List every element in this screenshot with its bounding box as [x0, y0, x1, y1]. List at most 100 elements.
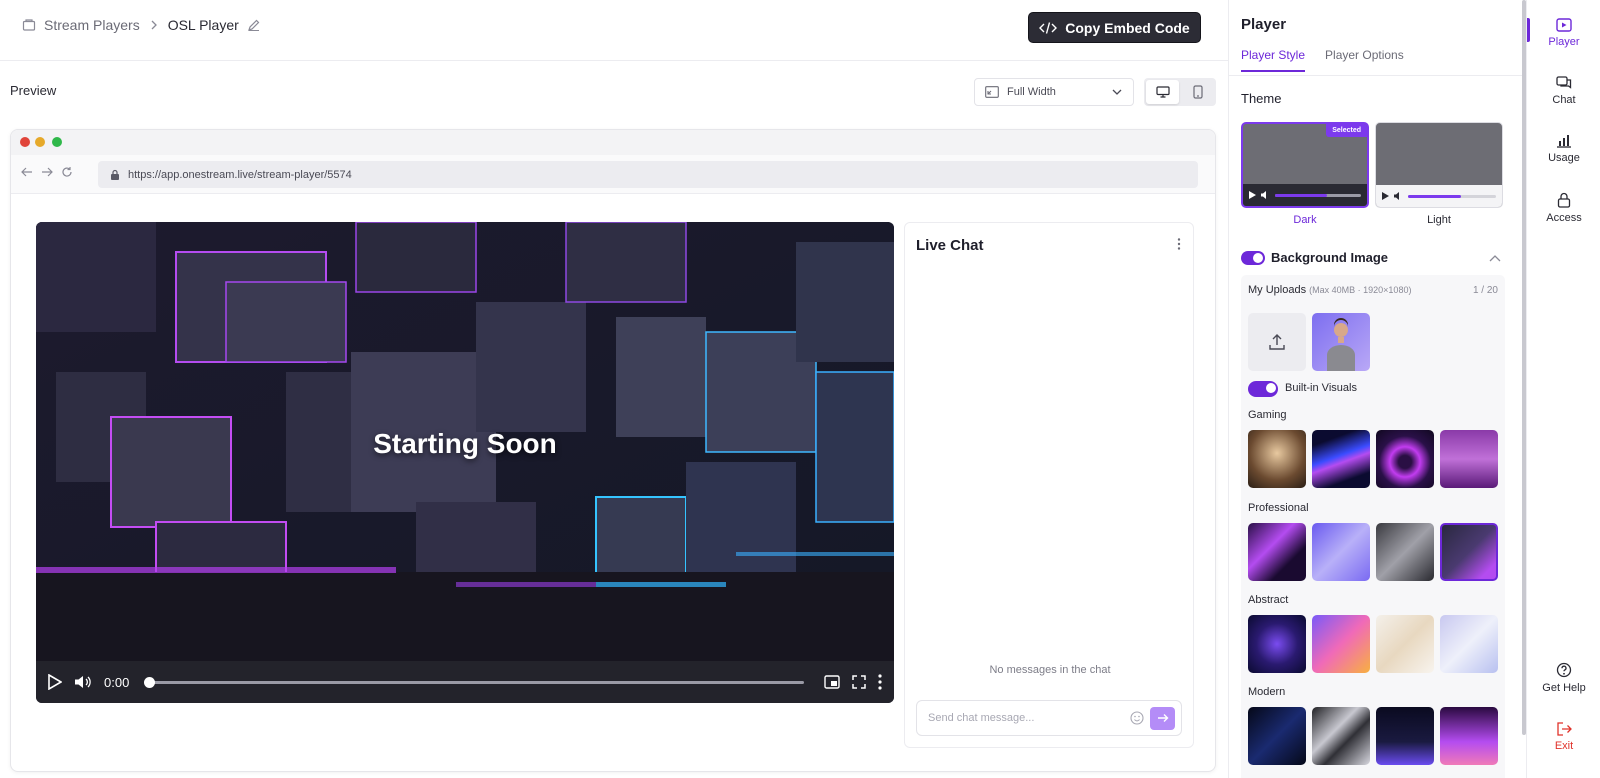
code-icon [1039, 21, 1058, 34]
rail-item-access-label: Access [1546, 212, 1582, 224]
seek-knob[interactable] [144, 676, 156, 688]
uploads-hint: (Max 40MB · 1920×1080) [1309, 285, 1412, 295]
rail-item-chat[interactable]: Chat [1527, 76, 1600, 106]
theme-light-progress-fill [1408, 194, 1461, 198]
back-icon[interactable] [21, 166, 33, 178]
visual-professional-2[interactable] [1312, 523, 1370, 581]
live-chat-panel: Live Chat No messages in the chat Send c… [904, 222, 1194, 748]
rail-item-player[interactable]: Player [1527, 18, 1600, 48]
rail-get-help[interactable]: Get Help [1527, 662, 1600, 694]
visual-professional-3[interactable] [1376, 523, 1434, 581]
reload-icon[interactable] [61, 166, 73, 178]
video-player[interactable]: Starting Soon 0:00 [36, 222, 894, 703]
visual-modern-2[interactable] [1312, 707, 1370, 765]
emoji-icon[interactable] [1130, 711, 1144, 725]
mobile-view-button[interactable] [1181, 80, 1214, 104]
visual-gaming-4[interactable] [1440, 430, 1498, 488]
background-image-label: Background Image [1271, 250, 1389, 265]
browser-navbar: https://app.onestream.live/stream-player… [11, 155, 1215, 194]
browser-titlebar [11, 130, 1215, 155]
rail-exit[interactable]: Exit [1527, 722, 1600, 752]
video-time: 0:00 [104, 674, 130, 690]
theme-dark-progress-fill [1275, 193, 1327, 197]
visual-abstract-4[interactable] [1440, 615, 1498, 673]
visual-modern-4[interactable] [1440, 707, 1498, 765]
minimize-dot [35, 137, 45, 147]
visual-modern-1[interactable] [1248, 707, 1306, 765]
app-root: Stream Players OSL Player Copy Embed Cod… [0, 0, 1600, 778]
visual-gaming-2[interactable] [1312, 430, 1370, 488]
theme-label: Theme [1241, 91, 1282, 106]
category-gaming-label: Gaming [1248, 409, 1287, 421]
play-icon [1249, 191, 1256, 199]
rail-item-usage[interactable]: Usage [1527, 134, 1600, 164]
preview-label: Preview [10, 83, 57, 98]
settings-panel: Player Player Style Player Options Theme… [1228, 0, 1526, 778]
person-image [1327, 318, 1355, 371]
theme-dark-card[interactable]: Selected [1241, 122, 1369, 208]
url-bar[interactable]: https://app.onestream.live/stream-player… [98, 161, 1198, 188]
mobile-icon [1192, 85, 1203, 99]
lock-icon [1557, 192, 1571, 208]
chevron-up-icon[interactable] [1489, 254, 1501, 262]
builtin-visuals-toggle[interactable] [1248, 381, 1278, 397]
rail-item-access[interactable]: Access [1527, 192, 1600, 224]
theme-dark-progress [1275, 193, 1361, 197]
category-modern-label: Modern [1248, 686, 1286, 698]
browser-mockup: https://app.onestream.live/stream-player… [10, 129, 1216, 772]
selected-badge: Selected [1326, 124, 1367, 137]
video-controls: 0:00 [36, 661, 894, 703]
visual-abstract-3[interactable] [1376, 615, 1434, 673]
visual-professional-4-selected[interactable] [1440, 523, 1498, 581]
seek-bar[interactable] [144, 676, 804, 688]
player-icon [1556, 18, 1572, 32]
theme-dark-controls [1243, 184, 1367, 206]
copy-embed-code-button[interactable]: Copy Embed Code [1028, 12, 1201, 43]
send-arrow-icon [1157, 714, 1168, 722]
play-icon[interactable] [48, 674, 62, 690]
edit-icon[interactable] [247, 18, 261, 32]
live-chat-title: Live Chat [916, 237, 984, 254]
volume-icon[interactable] [74, 674, 92, 690]
top-bar: Stream Players OSL Player Copy Embed Cod… [0, 0, 1228, 61]
volume-icon [1394, 192, 1399, 200]
background-image-toggle[interactable] [1241, 251, 1265, 265]
visual-abstract-2[interactable] [1312, 615, 1370, 673]
right-rail: Player Chat Usage Access Get Help Exit [1526, 0, 1600, 778]
tab-player-style[interactable]: Player Style [1241, 48, 1306, 72]
visual-modern-3[interactable] [1376, 707, 1434, 765]
picture-in-picture-icon[interactable] [824, 675, 840, 689]
visual-abstract-1[interactable] [1248, 615, 1306, 673]
rail-item-chat-label: Chat [1552, 94, 1576, 106]
visual-gaming-1[interactable] [1248, 430, 1306, 488]
more-options-icon[interactable] [878, 674, 882, 690]
resize-icon [985, 86, 999, 98]
send-message-button[interactable] [1150, 706, 1175, 730]
uploaded-image-thumb[interactable] [1312, 313, 1370, 371]
upload-button[interactable] [1248, 313, 1306, 371]
chevron-right-icon [151, 20, 157, 30]
visual-gaming-3[interactable] [1376, 430, 1434, 488]
volume-icon [1261, 191, 1266, 199]
panel-tabs: Player Style Player Options [1241, 48, 1404, 72]
chat-icon [1556, 76, 1572, 89]
category-abstract-label: Abstract [1248, 594, 1289, 606]
maximize-dot [52, 137, 62, 147]
upload-icon [1269, 334, 1285, 350]
desktop-view-button[interactable] [1146, 80, 1179, 104]
tab-player-options[interactable]: Player Options [1325, 48, 1404, 72]
exit-label: Exit [1554, 740, 1574, 752]
breadcrumb-current: OSL Player [167, 17, 239, 33]
fullscreen-icon[interactable] [852, 675, 866, 689]
forward-icon[interactable] [41, 166, 53, 178]
visual-professional-1[interactable] [1248, 523, 1306, 581]
breadcrumb-parent[interactable]: Stream Players [44, 17, 140, 33]
theme-light-card[interactable] [1375, 122, 1503, 208]
copy-embed-code-label: Copy Embed Code [1065, 19, 1190, 36]
width-select[interactable]: Full Width [974, 78, 1134, 106]
video-overlay-title: Starting Soon [373, 428, 557, 459]
chat-message-input[interactable]: Send chat message... [916, 700, 1182, 736]
play-icon [1382, 192, 1389, 200]
get-help-label: Get Help [1542, 682, 1586, 694]
chat-menu-icon[interactable] [1177, 238, 1181, 250]
